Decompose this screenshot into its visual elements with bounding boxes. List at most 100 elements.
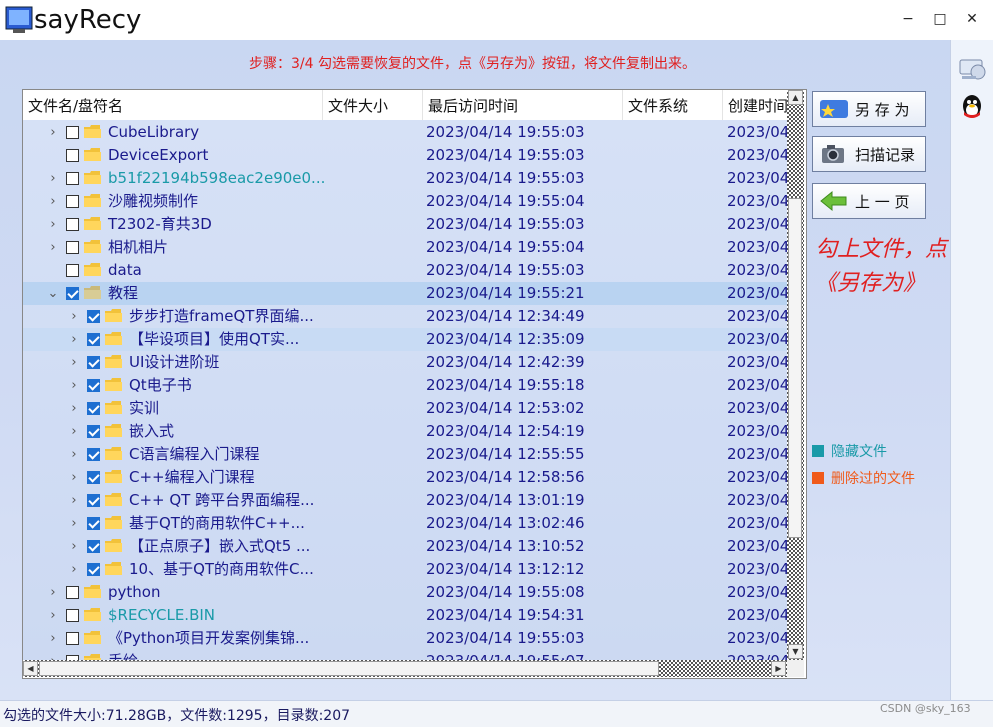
expand-chevron-icon[interactable]: › bbox=[47, 581, 59, 604]
table-row[interactable]: ⌄ 教程 2023/04/14 19:55:21 2023/04 bbox=[23, 282, 787, 305]
row-checkbox[interactable] bbox=[87, 425, 100, 438]
expand-chevron-icon[interactable]: › bbox=[47, 650, 59, 660]
folder-icon bbox=[105, 309, 122, 322]
table-row[interactable]: › 相机相片 2023/04/14 19:55:04 2023/04 bbox=[23, 236, 787, 259]
network-icon[interactable] bbox=[956, 52, 988, 84]
row-checkbox[interactable] bbox=[66, 586, 79, 599]
table-row[interactable]: › 沙雕视频制作 2023/04/14 19:55:04 2023/04 bbox=[23, 190, 787, 213]
column-header-size[interactable]: 文件大小 bbox=[323, 90, 423, 120]
column-header-filesystem[interactable]: 文件系统 bbox=[623, 90, 723, 120]
scroll-right-button[interactable]: ▶ bbox=[771, 661, 786, 676]
table-row[interactable]: › b51f22194b598eac2e90e0... 2023/04/14 19:… bbox=[23, 167, 787, 190]
row-checkbox[interactable] bbox=[87, 379, 100, 392]
column-header-access-time[interactable]: 最后访问时间 bbox=[423, 90, 623, 120]
row-checkbox[interactable] bbox=[87, 448, 100, 461]
expand-chevron-icon[interactable]: › bbox=[47, 604, 59, 627]
vertical-scroll-thumb[interactable] bbox=[788, 198, 802, 538]
table-row[interactable]: DeviceExport 2023/04/14 19:55:03 2023/04 bbox=[23, 144, 787, 167]
table-row[interactable]: › 【正点原子】嵌入式Qt5 ... 2023/04/14 13:10:52 2023… bbox=[23, 535, 787, 558]
expand-chevron-icon[interactable]: › bbox=[68, 351, 80, 374]
table-row[interactable]: › 步步打造frameQT界面编... 2023/04/14 12:34:49 202… bbox=[23, 305, 787, 328]
row-checkbox[interactable] bbox=[87, 310, 100, 323]
table-row[interactable]: › 实训 2023/04/14 12:53:02 2023/04 bbox=[23, 397, 787, 420]
expand-chevron-icon[interactable]: › bbox=[68, 512, 80, 535]
expand-chevron-icon[interactable]: › bbox=[68, 374, 80, 397]
scroll-up-button[interactable]: ▲ bbox=[788, 90, 803, 105]
scan-record-button[interactable]: 扫描记录 bbox=[812, 136, 926, 172]
row-checkbox[interactable] bbox=[87, 494, 100, 507]
folder-icon bbox=[105, 355, 122, 368]
row-checkbox[interactable] bbox=[87, 563, 100, 576]
file-tree-list[interactable]: 文件名/盘符名 文件大小 最后访问时间 文件系统 创建时间 › CubeLibra… bbox=[22, 89, 807, 679]
column-header-created-time[interactable]: 创建时间 bbox=[723, 90, 787, 120]
save-as-icon bbox=[820, 100, 848, 118]
table-row[interactable]: › 【毕设项目】使用QT实... 2023/04/14 12:35:09 2023/0… bbox=[23, 328, 787, 351]
row-name: 嵌入式 bbox=[129, 422, 175, 440]
expand-chevron-icon[interactable]: › bbox=[68, 305, 80, 328]
scroll-down-button[interactable]: ▼ bbox=[788, 644, 803, 659]
row-checkbox[interactable] bbox=[87, 402, 100, 415]
qq-icon[interactable] bbox=[956, 92, 988, 124]
expand-chevron-icon[interactable]: › bbox=[68, 558, 80, 581]
row-checkbox[interactable] bbox=[66, 172, 79, 185]
maximize-button[interactable]: □ bbox=[925, 8, 955, 30]
table-row[interactable]: › 手绘 2023/04/14 19:55:07 2023/04 bbox=[23, 650, 787, 660]
horizontal-scrollbar[interactable]: ◀ ▶ bbox=[23, 660, 787, 677]
table-row[interactable]: › UI设计进阶班 2023/04/14 12:42:39 2023/04 bbox=[23, 351, 787, 374]
scroll-left-button[interactable]: ◀ bbox=[23, 661, 38, 676]
expand-chevron-icon[interactable]: › bbox=[68, 397, 80, 420]
folder-icon bbox=[84, 585, 101, 598]
expand-chevron-icon[interactable]: › bbox=[68, 489, 80, 512]
table-row[interactable]: › C语言编程入门课程 2023/04/14 12:55:55 2023/04 bbox=[23, 443, 787, 466]
table-row[interactable]: data 2023/04/14 19:55:03 2023/04 bbox=[23, 259, 787, 282]
row-name: 教程 bbox=[108, 284, 139, 302]
expand-chevron-icon[interactable]: › bbox=[47, 167, 59, 190]
table-row[interactable]: › 10、基于QT的商用软件C... 2023/04/14 13:12:12 2023… bbox=[23, 558, 787, 581]
prev-page-button[interactable]: 上 一 页 bbox=[812, 183, 926, 219]
minimize-button[interactable]: − bbox=[893, 8, 923, 30]
scroll-corner bbox=[787, 660, 804, 677]
expand-chevron-icon[interactable]: › bbox=[68, 420, 80, 443]
table-row[interactable]: › 嵌入式 2023/04/14 12:54:19 2023/04 bbox=[23, 420, 787, 443]
table-row[interactable]: › python 2023/04/14 19:55:08 2023/04 bbox=[23, 581, 787, 604]
row-checkbox[interactable] bbox=[66, 149, 79, 162]
expand-chevron-icon[interactable]: › bbox=[47, 121, 59, 144]
table-row[interactable]: › $RECYCLE.BIN 2023/04/14 19:54:31 2023/04 bbox=[23, 604, 787, 627]
row-checkbox[interactable] bbox=[87, 471, 100, 484]
row-checkbox[interactable] bbox=[66, 126, 79, 139]
row-checkbox[interactable] bbox=[87, 517, 100, 530]
table-row[interactable]: › CubeLibrary 2023/04/14 19:55:03 2023/04 bbox=[23, 121, 787, 144]
table-row[interactable]: › 基于QT的商用软件C++... 2023/04/14 13:02:46 2023/… bbox=[23, 512, 787, 535]
row-checkbox[interactable] bbox=[66, 632, 79, 645]
table-row[interactable]: › T2302-育共3D 2023/04/14 19:55:03 2023/04 bbox=[23, 213, 787, 236]
expand-chevron-icon[interactable]: › bbox=[68, 443, 80, 466]
row-checkbox[interactable] bbox=[66, 264, 79, 277]
row-checkbox[interactable] bbox=[66, 287, 79, 300]
expand-chevron-icon[interactable]: › bbox=[47, 213, 59, 236]
save-as-button[interactable]: 另 存 为 bbox=[812, 91, 926, 127]
horizontal-scroll-thumb[interactable] bbox=[39, 661, 659, 676]
row-checkbox[interactable] bbox=[66, 218, 79, 231]
expand-chevron-icon[interactable]: › bbox=[47, 236, 59, 259]
close-button[interactable]: ✕ bbox=[957, 8, 987, 30]
column-header-name[interactable]: 文件名/盘符名 bbox=[23, 90, 323, 120]
expand-chevron-icon[interactable]: › bbox=[68, 466, 80, 489]
row-checkbox[interactable] bbox=[87, 540, 100, 553]
row-checkbox[interactable] bbox=[66, 241, 79, 254]
row-checkbox[interactable] bbox=[87, 333, 100, 346]
expand-chevron-icon[interactable]: › bbox=[47, 190, 59, 213]
row-created-time: 2023/04 bbox=[727, 146, 787, 164]
row-checkbox[interactable] bbox=[66, 195, 79, 208]
table-row[interactable]: › C++编程入门课程 2023/04/14 12:58:56 2023/04 bbox=[23, 466, 787, 489]
table-row[interactable]: › 《Python项目开发案例集锦... 2023/04/14 19:55:03 20… bbox=[23, 627, 787, 650]
vertical-scrollbar[interactable]: ▲ ▼ bbox=[787, 90, 804, 660]
row-checkbox[interactable] bbox=[87, 356, 100, 369]
table-row[interactable]: › Qt电子书 2023/04/14 19:55:18 2023/04 bbox=[23, 374, 787, 397]
expand-chevron-icon[interactable]: › bbox=[68, 535, 80, 558]
legend-hidden-swatch bbox=[812, 445, 824, 457]
row-checkbox[interactable] bbox=[66, 609, 79, 622]
expand-chevron-icon[interactable]: › bbox=[47, 627, 59, 650]
expand-chevron-icon[interactable]: › bbox=[68, 328, 80, 351]
collapse-chevron-icon[interactable]: ⌄ bbox=[47, 282, 59, 305]
table-row[interactable]: › C++ QT 跨平台界面编程... 2023/04/14 13:01:19 202… bbox=[23, 489, 787, 512]
